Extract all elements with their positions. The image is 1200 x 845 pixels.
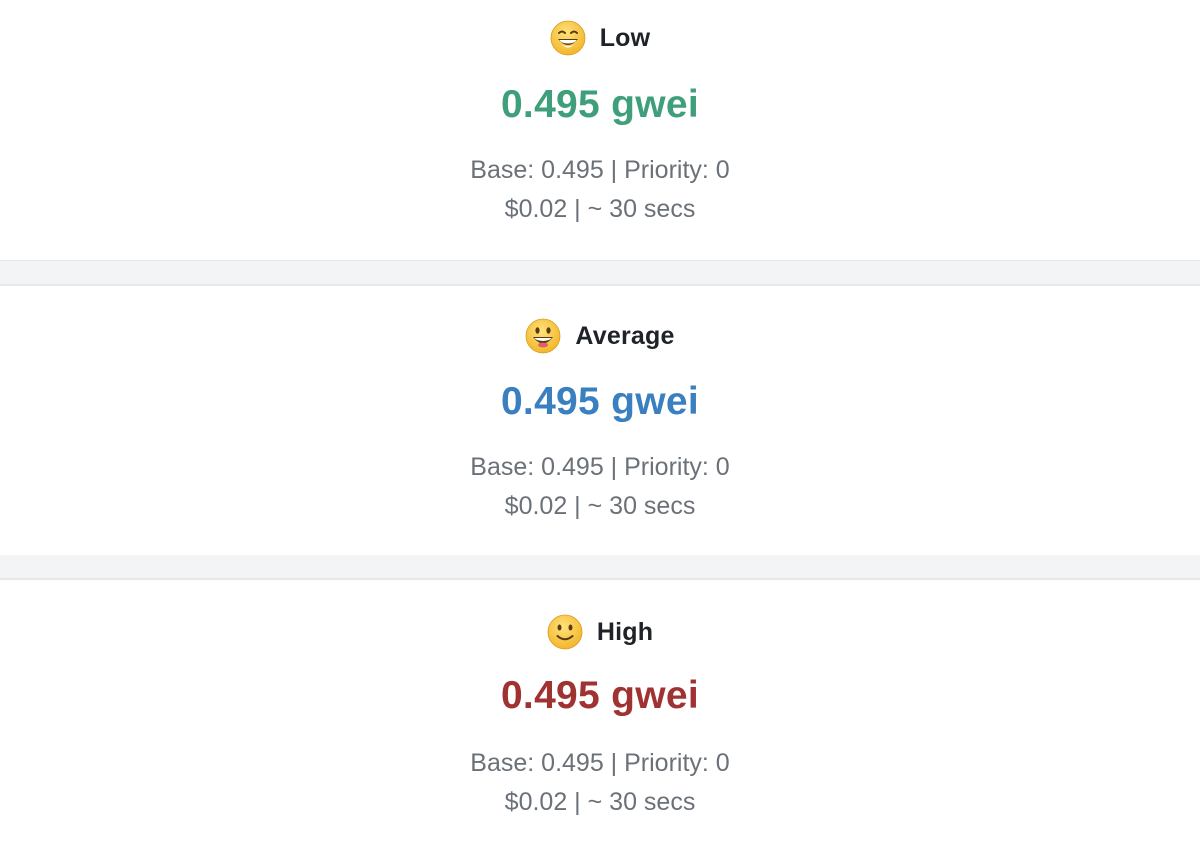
base-priority-text: Base: 0.495 | Priority: 0 <box>470 156 730 184</box>
gas-tracker-page: Low 0.495 gwei Base: 0.495 | Priority: 0… <box>0 0 1200 845</box>
gas-card-header: Average <box>0 316 1200 356</box>
gas-card-header: Low <box>0 18 1200 58</box>
gas-details: Base: 0.495 | Priority: 0 $0.02 | ~ 30 s… <box>0 151 1200 229</box>
slightly-smiling-face-icon <box>547 614 583 650</box>
grinning-face-big-eyes-icon <box>526 318 561 354</box>
cost-time-text: $0.02 | ~ 30 secs <box>504 195 696 223</box>
level-label: Low <box>599 23 651 52</box>
base-priority-text: Base: 0.495 | Priority: 0 <box>470 453 730 481</box>
gas-price: 0.495 gwei <box>500 83 700 126</box>
cost-time-text: $0.02 | ~ 30 secs <box>504 788 696 816</box>
grinning-squinting-face-icon <box>550 20 586 56</box>
gas-card-average: Average 0.495 gwei Base: 0.495 | Priorit… <box>0 284 1200 558</box>
gas-card-high: High 0.495 gwei Base: 0.495 | Priority: … <box>0 578 1200 845</box>
gas-price: 0.495 gwei <box>500 380 700 423</box>
gas-card-low: Low 0.495 gwei Base: 0.495 | Priority: 0… <box>0 0 1200 262</box>
gas-price: 0.495 gwei <box>500 674 700 717</box>
level-label: Average <box>575 321 675 350</box>
card-separator <box>0 261 1200 284</box>
cost-time-text: $0.02 | ~ 30 secs <box>504 492 696 520</box>
base-priority-text: Base: 0.495 | Priority: 0 <box>470 749 730 777</box>
gas-card-header: High <box>0 612 1200 652</box>
gas-details: Base: 0.495 | Priority: 0 $0.02 | ~ 30 s… <box>0 744 1200 822</box>
level-label: High <box>596 617 654 646</box>
card-separator <box>0 555 1200 578</box>
gas-details: Base: 0.495 | Priority: 0 $0.02 | ~ 30 s… <box>0 448 1200 526</box>
